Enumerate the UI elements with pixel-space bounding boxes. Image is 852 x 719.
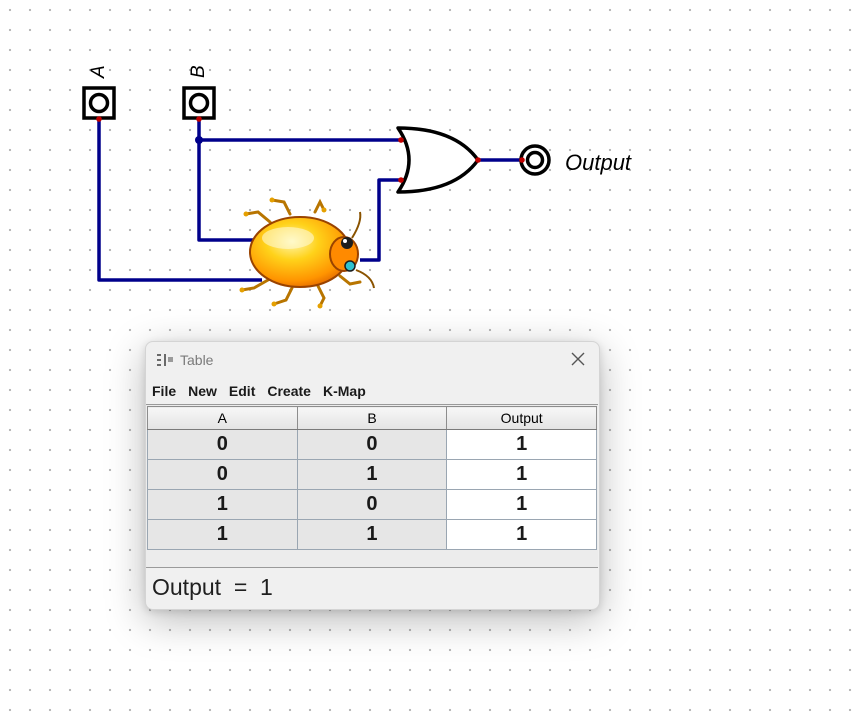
- output-expression: Output = 1: [152, 574, 273, 600]
- input-label-a: A: [88, 65, 109, 78]
- table-cell-b[interactable]: 0: [296, 429, 448, 460]
- truth-table-icon: [157, 354, 173, 366]
- window-title: Table: [180, 352, 214, 368]
- truth-table-grid[interactable]: A B Output 0 0 1 0 1 1 1 0 1 1 1 1: [146, 404, 598, 568]
- table-cell-b[interactable]: 1: [296, 459, 448, 490]
- bug-image[interactable]: [239, 197, 375, 309]
- window-titlebar[interactable]: Table: [146, 342, 599, 378]
- truth-table-window[interactable]: Table File New Edit Create K-Map A B Out…: [145, 341, 600, 610]
- wire-b-to-bug[interactable]: [197, 140, 262, 242]
- input-pin-a[interactable]: [82, 86, 116, 120]
- wire-a[interactable]: [97, 120, 262, 282]
- column-header-a[interactable]: A: [147, 406, 298, 430]
- table-cell-output[interactable]: 1: [446, 519, 597, 550]
- table-cell-b[interactable]: 0: [296, 489, 448, 520]
- menu-file[interactable]: File: [146, 380, 182, 402]
- input-label-b: B: [188, 65, 209, 78]
- output-pin[interactable]: [519, 144, 551, 176]
- column-header-b[interactable]: B: [296, 406, 448, 430]
- table-cell-output[interactable]: 1: [446, 489, 597, 520]
- table-cell-a[interactable]: 0: [147, 429, 298, 460]
- truth-table[interactable]: A B Output 0 0 1 0 1 1 1 0 1 1 1 1: [147, 406, 597, 550]
- table-row: 0 0 1: [147, 429, 597, 460]
- menu-edit[interactable]: Edit: [223, 380, 261, 402]
- table-row: 0 1 1: [147, 459, 597, 490]
- table-cell-output[interactable]: 1: [446, 429, 597, 460]
- table-cell-a[interactable]: 1: [147, 489, 298, 520]
- wire-junction: [195, 136, 203, 144]
- wire-b-to-gate[interactable]: [197, 120, 405, 142]
- input-pin-b[interactable]: [182, 86, 216, 120]
- table-cell-output[interactable]: 1: [446, 459, 597, 490]
- menu-k-map[interactable]: K-Map: [317, 380, 372, 402]
- table-cell-a[interactable]: 1: [147, 519, 298, 550]
- table-row: 1 0 1: [147, 489, 597, 520]
- table-row: 1 1 1: [147, 519, 597, 550]
- table-cell-b[interactable]: 1: [296, 519, 448, 550]
- menu-create[interactable]: Create: [261, 380, 317, 402]
- menu-new[interactable]: New: [182, 380, 223, 402]
- close-icon[interactable]: [569, 350, 587, 368]
- output-label: Output: [565, 150, 632, 175]
- circuit-canvas[interactable]: A B Output Table File New Edit Create K-…: [0, 0, 852, 719]
- column-header-output[interactable]: Output: [446, 406, 597, 430]
- table-cell-a[interactable]: 0: [147, 459, 298, 490]
- table-header-row: A B Output: [147, 406, 597, 430]
- menu-bar: File New Edit Create K-Map: [146, 380, 599, 402]
- or-gate[interactable]: [396, 126, 480, 194]
